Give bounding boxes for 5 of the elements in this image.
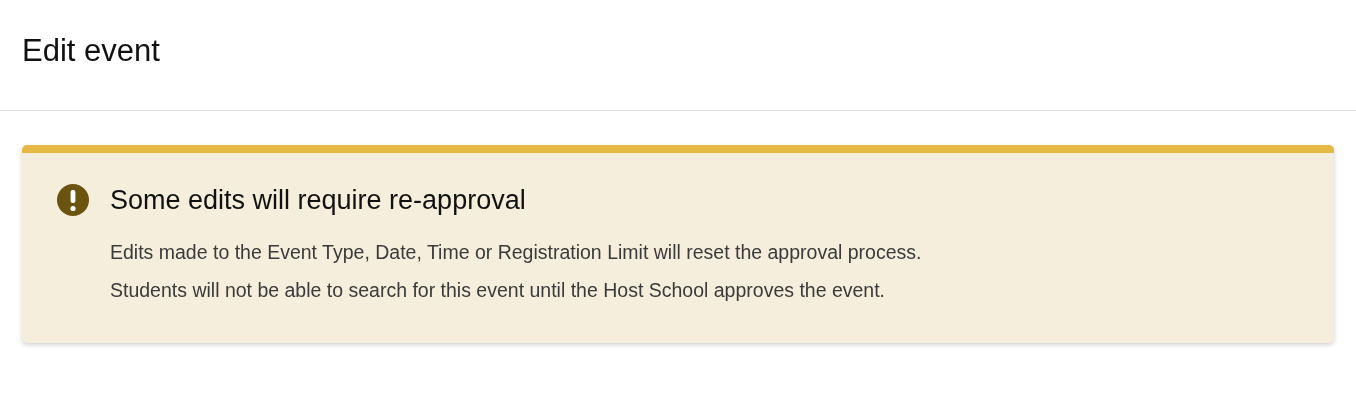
alert-message: Edits made to the Event Type, Date, Time or Registration Limit will reset the approval process. [110, 240, 923, 265]
alert-message: Students will not be able to search for this event until the Host School approves the event. [110, 278, 887, 303]
alert-title: Some edits will require re-approval [110, 183, 526, 217]
exclamation-icon [56, 183, 90, 217]
page-title: Edit event [22, 32, 161, 70]
